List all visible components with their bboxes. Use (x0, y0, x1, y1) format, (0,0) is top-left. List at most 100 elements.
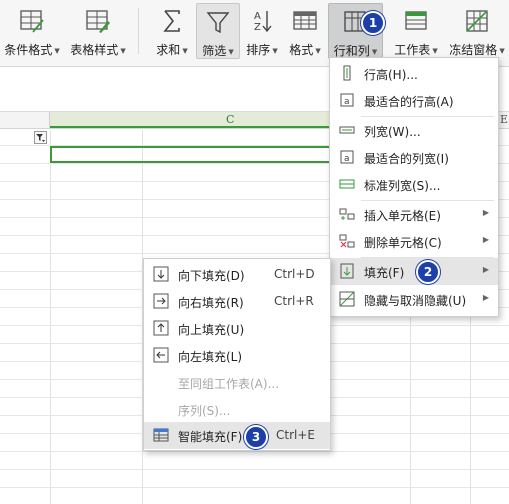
menu-item-best-fit-row[interactable]: a 最适合的行高(A) (330, 87, 498, 114)
menu-item-hide-unhide[interactable]: 隐藏与取消隐藏(U) ▶ (330, 286, 498, 313)
menu-item-label: 列宽(W)... (364, 125, 421, 139)
worksheet-label: 工作表 (394, 43, 431, 57)
standard-width-icon (339, 179, 355, 189)
best-fit-col-icon: a (340, 150, 354, 164)
menu-item-row-height[interactable]: 行高(H)... (330, 60, 498, 87)
menu-item-label: 行高(H)... (364, 68, 418, 82)
dropdown-arrow-icon: ▼ (120, 46, 126, 55)
format-icon (293, 11, 317, 30)
menu-item-label: 插入单元格(E) (364, 209, 441, 223)
menu-item-insert-cell[interactable]: 插入单元格(E) ▶ (330, 201, 498, 228)
menu-item-smart-fill[interactable]: 智能填充(F) Ctrl+E (144, 422, 330, 449)
menu-item-label: 向下填充(D) (178, 269, 245, 283)
menu-item-label: 智能填充(F) (178, 430, 243, 444)
fill-icon (340, 263, 354, 279)
shortcut-label: Ctrl+R (274, 294, 314, 308)
submenu-arrow-icon: ▶ (482, 265, 489, 274)
table-style-label: 表格样式 (70, 43, 119, 57)
dropdown-arrow-icon: ▼ (272, 46, 278, 55)
sort-icon: A Z (254, 11, 272, 33)
menu-item-fill-right[interactable]: 向右填充(R) Ctrl+R (144, 288, 330, 315)
best-fit-row-icon: a (340, 93, 354, 107)
menu-item-fill-left[interactable]: 向左填充(L) (144, 342, 330, 369)
fill-down-icon (153, 266, 169, 282)
dropdown-arrow-icon: ▼ (182, 46, 188, 55)
shortcut-label: Ctrl+E (276, 428, 315, 442)
dropdown-arrow-icon: ▼ (432, 46, 438, 55)
col-width-icon (339, 126, 355, 134)
dropdown-arrow-icon: ▼ (228, 47, 234, 56)
table-style-button[interactable]: 表格样式 ▼ (66, 3, 130, 59)
freeze-panes-button[interactable]: 冻结窗格 ▼ (446, 3, 508, 59)
smart-fill-icon (153, 428, 169, 442)
menu-item-fill-across-sheets: 至同组工作表(A)... (144, 369, 330, 396)
menu-item-fill-up[interactable]: 向上填充(U) (144, 315, 330, 342)
hide-unhide-icon (339, 291, 355, 307)
menu-item-col-width[interactable]: 列宽(W)... (330, 117, 498, 144)
menu-item-label: 至同组工作表(A)... (178, 377, 280, 391)
menu-item-label: 标准列宽(S)... (364, 179, 441, 193)
sum-label: 求和 (156, 43, 181, 57)
freeze-panes-label: 冻结窗格 (449, 43, 498, 57)
conditional-format-icon (20, 10, 44, 33)
filter-button[interactable]: 筛选 ▼ (196, 3, 240, 59)
menu-item-label: 向左填充(L) (178, 350, 243, 364)
grid-hline (0, 469, 509, 470)
grid-hline (0, 487, 509, 488)
menu-item-label: 向上填充(U) (178, 323, 245, 337)
menu-item-label: 最适合的行高(A) (364, 95, 454, 109)
menu-item-standard-width[interactable]: 标准列宽(S)... (330, 171, 498, 198)
worksheet-button[interactable]: 工作表 ▼ (388, 3, 444, 59)
selected-range[interactable] (50, 146, 331, 163)
step-badge-1: 1 (361, 11, 385, 35)
filter-icon (206, 12, 230, 34)
menu-item-label: 隐藏与取消隐藏(U) (364, 294, 467, 308)
freeze-panes-icon (466, 10, 488, 32)
dropdown-arrow-icon: ▼ (499, 46, 505, 55)
filter-dropdown-button[interactable] (34, 131, 47, 144)
row-col-dropdown-menu: 行高(H)... a 最适合的行高(A) 列宽(W)... a 最适合的列宽(I… (329, 57, 499, 317)
menu-item-label: 序列(S)... (178, 404, 231, 418)
shortcut-label: Ctrl+D (274, 267, 315, 281)
format-button[interactable]: 格式 ▼ (284, 3, 326, 59)
sum-icon (163, 10, 180, 32)
table-style-icon (86, 10, 110, 33)
submenu-arrow-icon: ▶ (482, 208, 489, 217)
submenu-arrow-icon: ▶ (482, 293, 489, 302)
step-badge-3: 3 (244, 425, 268, 449)
column-c-label: C (226, 113, 235, 126)
menu-item-label: 填充(F) (364, 266, 405, 280)
submenu-arrow-icon: ▶ (482, 235, 489, 244)
insert-cell-icon (339, 208, 355, 220)
grid-vline (50, 130, 51, 504)
column-divider (49, 112, 50, 129)
menu-item-label: 删除单元格(C) (364, 236, 442, 250)
dropdown-arrow-icon: ▼ (54, 46, 60, 55)
menu-item-label: 向右填充(R) (178, 296, 244, 310)
menu-item-series: 序列(S)... (144, 396, 330, 423)
fill-up-icon (153, 320, 169, 336)
dropdown-arrow-icon: ▼ (371, 47, 378, 56)
step-badge-2: 2 (416, 260, 440, 284)
menu-item-fill-down[interactable]: 向下填充(D) Ctrl+D (144, 261, 330, 288)
column-e-label: E (500, 113, 509, 126)
fill-right-icon (153, 293, 169, 309)
svg-text:Z: Z (254, 22, 261, 33)
fill-submenu: 向下填充(D) Ctrl+D 向右填充(R) Ctrl+R 向上填充(U) 向左… (143, 258, 331, 451)
menu-item-fill[interactable]: 填充(F) ▶ (330, 258, 498, 285)
column-header-c[interactable] (50, 112, 330, 128)
menu-item-best-fit-col[interactable]: a 最适合的列宽(I) (330, 144, 498, 171)
filter-label: 筛选 (202, 44, 227, 58)
conditional-format-button[interactable]: 条件格式 ▼ (2, 3, 62, 59)
dropdown-arrow-icon: ▼ (315, 46, 321, 55)
row-height-icon (343, 65, 351, 81)
format-label: 格式 (289, 43, 314, 57)
menu-item-delete-cell[interactable]: 删除单元格(C) ▶ (330, 228, 498, 255)
filter-funnel-icon (36, 134, 45, 142)
conditional-format-label: 条件格式 (4, 43, 53, 57)
svg-text:a: a (344, 97, 350, 107)
sort-button[interactable]: A Z 排序 ▼ (242, 3, 282, 59)
fill-left-icon (153, 347, 169, 363)
sum-button[interactable]: 求和 ▼ (150, 3, 194, 59)
svg-text:A: A (254, 11, 261, 22)
